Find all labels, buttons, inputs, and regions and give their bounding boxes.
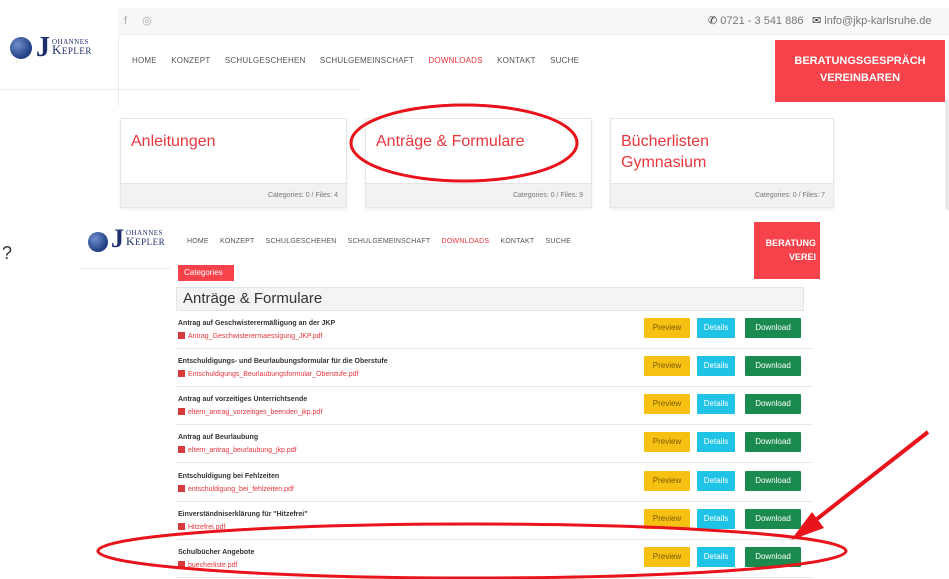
arrow-shaft xyxy=(806,430,930,528)
annotation-layer xyxy=(96,103,930,579)
highlight-ellipse-schulbuecher xyxy=(96,522,848,579)
highlight-ellipse-antraege xyxy=(349,103,579,183)
